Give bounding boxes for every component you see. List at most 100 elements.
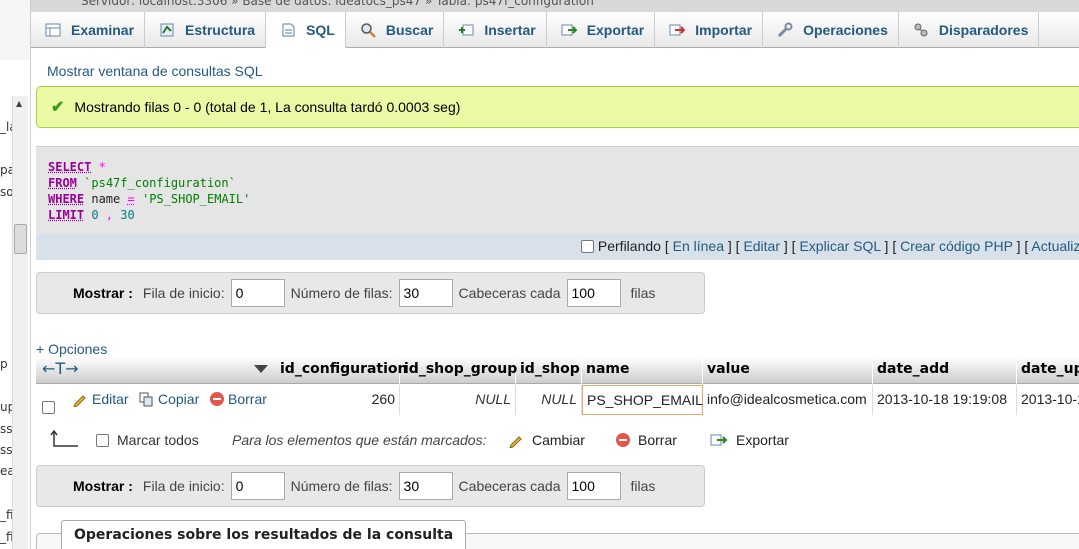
column-arrows-icon[interactable]: ←T→ — [42, 359, 79, 378]
cell-date-add[interactable]: 2013-10-18 19:19:08 — [873, 385, 1017, 415]
inline-edit-link[interactable]: En línea — [673, 238, 724, 254]
sql-icon — [280, 22, 296, 38]
tab-label: Disparadores — [939, 22, 1028, 38]
scroll-up-icon[interactable]: ▲ — [16, 99, 22, 108]
breadcrumb: Servidor: localhost:3306 » Base de datos… — [31, 0, 1079, 12]
tab-estructura[interactable]: Estructura — [145, 12, 266, 48]
copy-label: Copiar — [158, 385, 199, 413]
cell-id-shop-group[interactable]: NULL — [400, 385, 516, 415]
breadcrumb-text[interactable]: Servidor: localhost:3306 » Base de datos… — [81, 0, 594, 8]
bulk-actions-bar: Marcar todos Para los elementos que está… — [36, 424, 836, 456]
headers-every-input[interactable] — [567, 279, 621, 307]
column-header[interactable]: value — [703, 357, 873, 384]
start-row-input[interactable] — [231, 472, 285, 500]
create-php-code-link[interactable]: Crear código PHP — [900, 238, 1013, 254]
check-all-checkbox[interactable] — [96, 434, 109, 447]
row-count-label: Número de filas: — [291, 285, 393, 301]
tab-importar[interactable]: Importar — [655, 12, 763, 48]
tab-label: Buscar — [386, 22, 433, 38]
export-icon — [710, 432, 728, 448]
copy-icon — [138, 391, 154, 407]
profiling-links: Perfilando [ En línea ] [ Editar ] [ Exp… — [581, 238, 1079, 254]
tab-label: SQL — [306, 22, 335, 38]
pencil-icon — [72, 391, 88, 407]
sort-dropdown-icon[interactable] — [254, 365, 268, 373]
tab-examinar[interactable]: Examinar — [31, 12, 145, 48]
sidebar-fragment[interactable]: ss — [0, 443, 13, 457]
copy-row-action[interactable]: Copiar — [134, 385, 203, 415]
sidebar-header — [0, 0, 31, 60]
delete-icon — [210, 392, 224, 406]
column-header[interactable]: id_shop_group — [400, 357, 516, 384]
show-query-window-link[interactable]: Mostrar ventana de consultas SQL — [47, 63, 263, 79]
row-count-input[interactable] — [399, 279, 453, 307]
success-text: Mostrando filas 0 - 0 (total de 1, La co… — [74, 99, 460, 115]
sql-number: 30 — [120, 208, 134, 222]
query-results-operations-title: Operaciones sobre los resultados de la c… — [61, 520, 466, 549]
structure-icon — [159, 22, 175, 38]
sql-line-3: WHERE name = 'PS_SHOP_EMAIL' — [48, 191, 1079, 207]
triggers-icon — [913, 22, 929, 38]
tab-insertar[interactable]: Insertar — [444, 12, 546, 48]
column-header[interactable]: date_add — [873, 357, 1017, 384]
scrollbar-thumb[interactable] — [14, 224, 27, 254]
cell-id-shop[interactable]: NULL — [516, 385, 582, 415]
sql-operator: , — [106, 208, 113, 222]
pagination-bar-top: Mostrar : Fila de inicio: Número de fila… — [36, 272, 705, 314]
column-header[interactable]: id_shop — [516, 357, 582, 384]
sidebar-fragment[interactable]: ss — [0, 422, 13, 436]
profiling-bar: Perfilando [ En línea ] [ Editar ] [ Exp… — [36, 234, 1079, 260]
tab-operaciones[interactable]: Operaciones — [763, 12, 899, 48]
profiling-label: Perfilando — [598, 238, 661, 254]
show-label: Mostrar : — [73, 285, 133, 301]
sql-keyword[interactable]: SELECT — [48, 160, 91, 174]
sql-keyword[interactable]: WHERE — [48, 192, 84, 206]
check-all-label[interactable]: Marcar todos — [117, 432, 199, 448]
column-header[interactable]: name — [582, 357, 703, 384]
sql-number: 0 — [91, 208, 98, 222]
sidebar-scrollbar[interactable]: ▲ — [12, 96, 28, 549]
tab-disparadores[interactable]: Disparadores — [899, 12, 1039, 48]
sql-keyword[interactable]: LIMIT — [48, 208, 84, 222]
bulk-change-button[interactable]: Cambiar — [508, 432, 585, 448]
bulk-export-button[interactable]: Exportar — [710, 432, 789, 448]
tab-label: Importar — [695, 22, 752, 38]
sql-operator[interactable]: = — [128, 192, 135, 206]
bulk-delete-label: Borrar — [638, 432, 677, 448]
row-checkbox[interactable] — [42, 393, 56, 407]
explain-sql-link[interactable]: Explicar SQL — [799, 238, 880, 254]
delete-row-action[interactable]: Borrar — [206, 385, 271, 415]
options-toggle-link[interactable]: + Opciones — [36, 341, 107, 357]
wrench-icon — [777, 22, 793, 38]
delete-label: Borrar — [228, 385, 267, 413]
sql-keyword[interactable]: FROM — [48, 176, 77, 190]
start-row-input[interactable] — [231, 279, 285, 307]
headers-every-input[interactable] — [567, 472, 621, 500]
sql-query-display[interactable]: SELECT * FROM `ps47f_configuration` WHER… — [36, 146, 1079, 234]
edit-row-action[interactable]: Editar — [68, 385, 133, 415]
cell-date-upd[interactable]: 2013-10-18 19:19:08 — [1017, 385, 1079, 415]
tab-buscar[interactable]: Buscar — [346, 12, 444, 48]
navigation-sidebar: _la pa so p up ss ss ea _fi _fi ▲ — [0, 0, 31, 549]
cell-id-configuration[interactable]: 260 — [276, 385, 400, 415]
sql-column: name — [91, 192, 120, 206]
edit-query-link[interactable]: Editar — [743, 238, 780, 254]
edit-label: Editar — [92, 385, 129, 413]
import-icon — [669, 22, 685, 38]
tab-exportar[interactable]: Exportar — [547, 12, 656, 48]
cell-value[interactable]: info@idealcosmetica.com — [703, 385, 873, 415]
cell-name[interactable]: PS_SHOP_EMAIL — [582, 385, 703, 415]
column-header[interactable]: date_upd — [1017, 357, 1079, 384]
with-selected-label: Para los elementos que están marcados: — [232, 432, 486, 448]
check-all-control[interactable]: Marcar todos — [96, 432, 199, 448]
headers-every-label: Cabeceras cada — [459, 285, 561, 301]
column-header[interactable]: id_configuration — [276, 357, 400, 384]
bulk-delete-button[interactable]: Borrar — [616, 432, 677, 448]
refresh-link[interactable]: Actualizar — [1031, 238, 1079, 254]
export-icon — [561, 22, 577, 38]
tab-sql[interactable]: SQL — [266, 12, 346, 48]
row-count-input[interactable] — [399, 472, 453, 500]
profiling-checkbox[interactable] — [581, 240, 594, 253]
sidebar-fragment[interactable]: p — [0, 357, 8, 371]
tab-label: Insertar — [484, 22, 535, 38]
